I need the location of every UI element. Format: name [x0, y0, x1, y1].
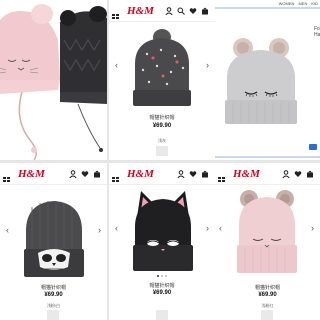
- bag-icon[interactable]: [201, 170, 209, 178]
- carousel-dot[interactable]: [157, 275, 159, 277]
- dark-printed-beanie-image: [133, 29, 191, 106]
- nav-underline: [215, 7, 320, 9]
- product-color: 浅灰: [158, 138, 166, 143]
- nav-kids[interactable]: KID: [311, 1, 318, 6]
- scrollbar[interactable]: [215, 156, 320, 158]
- bag-icon[interactable]: [201, 7, 209, 15]
- product-card[interactable]: H&M ‹ › 帽猫针织帽 ¥69.90: [109, 163, 215, 320]
- black-cat-beanie-image: [133, 191, 193, 271]
- bag-icon[interactable]: [306, 170, 314, 178]
- grid-icon[interactable]: [112, 170, 119, 182]
- carousel-dot[interactable]: [165, 275, 167, 277]
- brand-logo[interactable]: H&M: [18, 168, 45, 180]
- heart-icon[interactable]: [189, 7, 197, 15]
- product-price: ¥69.90: [258, 292, 277, 298]
- carousel-dots: [109, 275, 215, 277]
- prev-arrow-icon[interactable]: ‹: [219, 223, 222, 233]
- product-price: ¥69.90: [152, 290, 172, 296]
- skull-beanie-image: [24, 201, 84, 277]
- next-arrow-icon[interactable]: ›: [206, 223, 209, 233]
- user-icon[interactable]: [282, 169, 290, 178]
- app-header: H&M: [109, 163, 215, 185]
- product-card[interactable]: H&M ‹ › 帽猫针织帽 ¥69.90 浅粉红: [215, 163, 320, 320]
- product-price: ¥69.90: [44, 292, 63, 298]
- next-arrow-icon[interactable]: ›: [206, 60, 209, 70]
- user-icon[interactable]: [165, 6, 173, 15]
- product-photo-panel: [0, 0, 107, 160]
- color-swatch[interactable]: [156, 310, 168, 320]
- product-title-partial: Fo Ha: [314, 26, 320, 38]
- search-icon[interactable]: [177, 7, 185, 15]
- product-card[interactable]: H&M ‹ › 帽猫针织帽 ¥69.90 浅灰: [109, 0, 215, 160]
- product-title[interactable]: 帽猫针织帽: [109, 115, 215, 121]
- grid-icon[interactable]: [112, 7, 119, 19]
- product-card[interactable]: H&M ‹ › 帽猫针织帽 ¥69.90 浅粉/白: [0, 163, 107, 320]
- product-color: 浅粉红: [261, 303, 274, 308]
- bag-icon[interactable]: [93, 170, 101, 178]
- app-header: H&M: [0, 163, 107, 185]
- app-header: H&M: [215, 163, 320, 185]
- header-icons: [69, 169, 101, 178]
- prev-arrow-icon[interactable]: ‹: [115, 223, 118, 233]
- header-icons: [282, 169, 314, 178]
- nav-women[interactable]: WOMEN: [279, 1, 295, 6]
- header-icons: [165, 6, 209, 15]
- header-icons: [177, 169, 209, 178]
- app-header: H&M: [109, 0, 215, 22]
- heart-icon[interactable]: [81, 170, 89, 178]
- color-swatch[interactable]: [261, 310, 273, 320]
- heart-icon[interactable]: [294, 170, 302, 178]
- top-nav: WOMEN MEN KID: [277, 0, 320, 7]
- color-swatch[interactable]: [47, 310, 59, 320]
- brand-logo[interactable]: H&M: [127, 168, 154, 180]
- grid-icon[interactable]: [3, 170, 10, 182]
- screenshot-collage: H&M ‹ › 帽猫针织帽 ¥69.90 浅灰 WOMEN MEN KID Fo…: [0, 0, 320, 320]
- product-title[interactable]: 帽猫针织帽: [215, 285, 320, 291]
- pink-beanie-ears-image: [237, 190, 297, 273]
- product-detail-panel: WOMEN MEN KID Fo Ha: [215, 0, 320, 160]
- grey-beanie-ears-image: [225, 38, 297, 124]
- next-arrow-icon[interactable]: ›: [311, 223, 314, 233]
- product-title[interactable]: 帽猫针织帽: [0, 285, 107, 291]
- grid-icon[interactable]: [218, 170, 225, 182]
- add-button[interactable]: [309, 144, 317, 150]
- nav-men[interactable]: MEN: [298, 1, 307, 6]
- next-arrow-icon[interactable]: ›: [98, 225, 101, 235]
- user-icon[interactable]: [177, 169, 185, 178]
- brand-logo[interactable]: H&M: [233, 168, 260, 180]
- brand-logo[interactable]: H&M: [127, 5, 154, 17]
- carousel-dot[interactable]: [161, 275, 163, 277]
- product-price: ¥69.90: [152, 123, 172, 129]
- product-color: 浅粉/白: [46, 303, 61, 308]
- product-title[interactable]: 帽猫针织帽: [109, 283, 215, 289]
- prev-arrow-icon[interactable]: ‹: [115, 60, 118, 70]
- hat-photo-closeup: [0, 4, 107, 160]
- prev-arrow-icon[interactable]: ‹: [6, 225, 9, 235]
- user-icon[interactable]: [69, 169, 77, 178]
- heart-icon[interactable]: [189, 170, 197, 178]
- color-swatch[interactable]: [156, 146, 168, 156]
